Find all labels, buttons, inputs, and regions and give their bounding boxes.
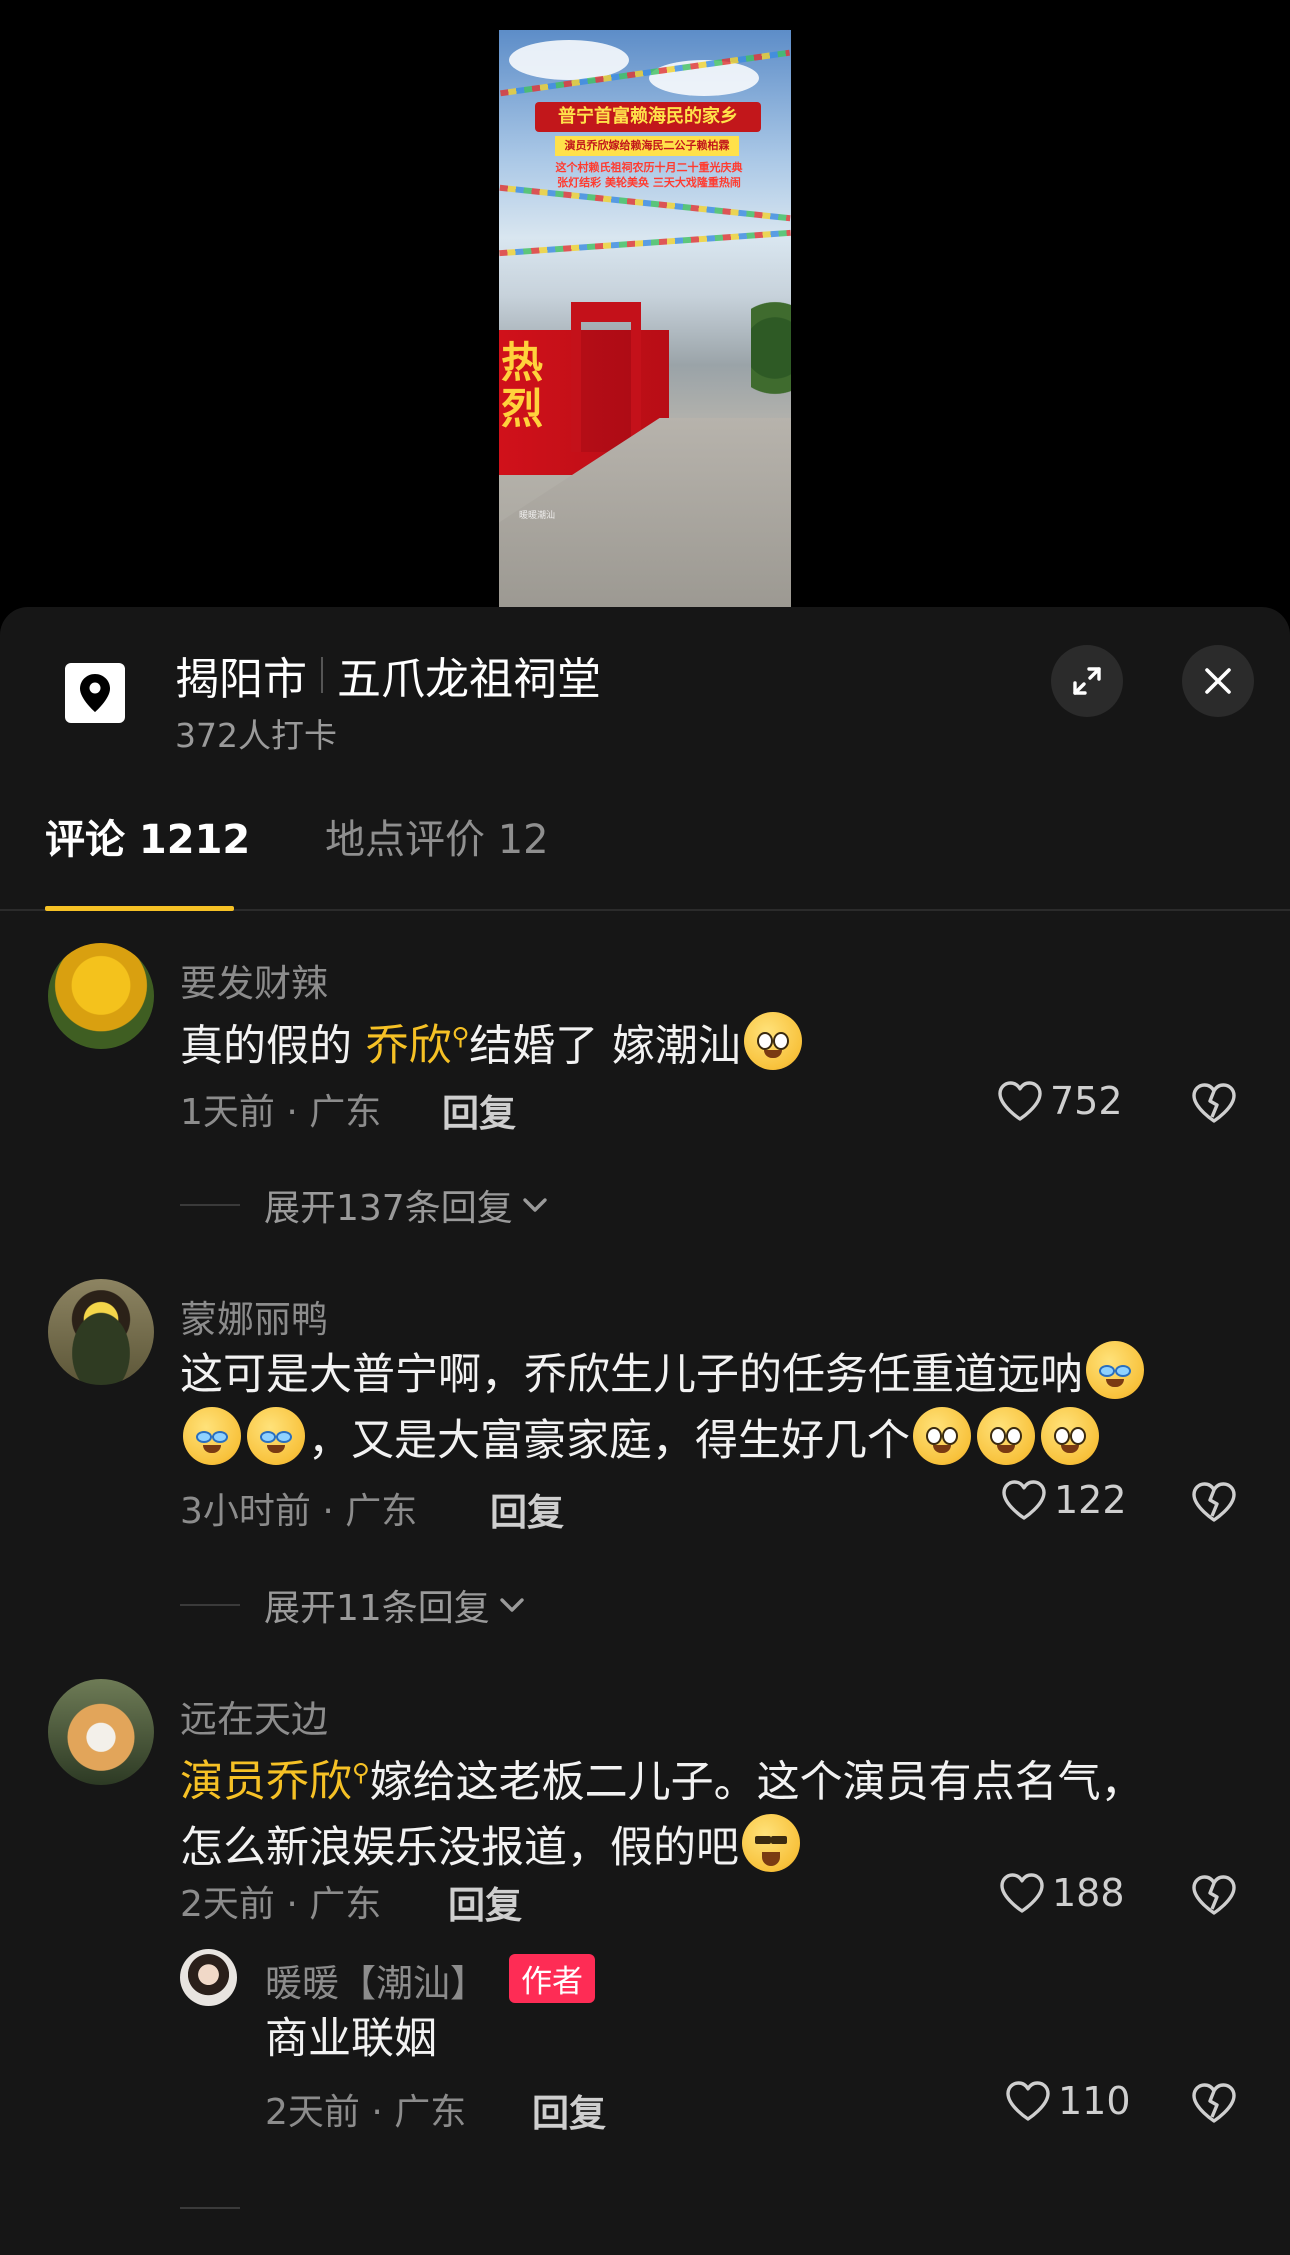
location-header[interactable]: 揭阳市 五爪龙祖祠堂 372人打卡 (0, 607, 1290, 777)
like-count: 752 (1050, 1079, 1123, 1123)
reply-username[interactable]: 暖暖【潮汕】 作者 (265, 1953, 595, 2007)
emoji-crying-icon (247, 1407, 305, 1465)
like-button[interactable]: 122 (1000, 1478, 1127, 1522)
video-area[interactable]: 普宁首富赖海民的家乡 演员乔欣嫁给赖海民二公子赖柏霖 这个村赖氏祖祠农历十月二十… (0, 0, 1290, 620)
expand-icon (1073, 667, 1101, 695)
like-button[interactable]: 752 (996, 1079, 1123, 1123)
heart-icon (1006, 2081, 1050, 2121)
heart-icon (1000, 1873, 1044, 1913)
tab-bar: 评论 1212 地点评价 12 (0, 787, 1290, 911)
close-icon (1205, 668, 1231, 694)
emoji-pleading-icon (1041, 1407, 1099, 1465)
chevron-down-icon (500, 1598, 524, 1612)
dislike-button[interactable] (1190, 2081, 1238, 2129)
divider (180, 2207, 240, 2209)
emoji-pleading-icon (913, 1407, 971, 1465)
like-count: 122 (1054, 1478, 1127, 1522)
reply-button[interactable]: 回复 (532, 2083, 606, 2137)
reply-button[interactable]: 回复 (442, 1083, 516, 1137)
chevron-down-icon (523, 1198, 547, 1212)
tab-comments[interactable]: 评论 1212 (45, 807, 250, 865)
video-subtitle-banner: 演员乔欣嫁给赖海民二公子赖柏霖 (555, 136, 739, 156)
dislike-button[interactable] (1190, 1480, 1238, 1528)
reply-meta: 2天前 · 广东 (265, 2092, 467, 2133)
close-button[interactable] (1182, 645, 1254, 717)
tab-place-reviews[interactable]: 地点评价 12 (325, 807, 549, 865)
emoji-pleading-icon (743, 1012, 802, 1071)
comment-username[interactable]: 要发财辣 (180, 953, 328, 1007)
heart-icon (1002, 1480, 1046, 1520)
emoji-crying-icon (183, 1407, 241, 1465)
comment-meta: 1天前 · 广东 (180, 1092, 382, 1133)
video-title-banner: 普宁首富赖海民的家乡 (535, 102, 761, 132)
comments-sheet: 揭阳市 五爪龙祖祠堂 372人打卡 评论 1212 地点评价 12 要发财辣 真… (0, 607, 1290, 2255)
avatar[interactable] (48, 1279, 154, 1385)
comment-meta: 3小时前 · 广东 (180, 1491, 418, 1532)
video-caption: 这个村赖氏祖祠农历十月二十重光庆典 张灯结彩 美轮美奂 三天大戏隆重热闹 (555, 161, 743, 189)
dislike-button[interactable] (1190, 1873, 1238, 1921)
reply-text: 商业联姻 (265, 2014, 437, 2064)
like-button[interactable]: 188 (998, 1871, 1125, 1915)
video-watermark: 暖暖潮汕 (519, 511, 556, 521)
location-pin-icon (65, 663, 125, 723)
avatar[interactable] (180, 1949, 237, 2006)
comment-meta: 2天前 · 广东 (180, 1884, 382, 1925)
comment-text: 这可是大普宁啊，乔欣生儿子的任务任重道远呐 ，又是大富豪家庭，得生好几个 (180, 1341, 1240, 1473)
location-city: 揭阳市 (175, 654, 307, 705)
mention-link[interactable]: 演员乔欣⚲ (180, 1757, 370, 1807)
reply-button[interactable]: 回复 (448, 1875, 522, 1929)
search-small-icon: ⚲ (352, 1759, 370, 1787)
heart-icon (998, 1081, 1042, 1121)
emoji-crying-icon (1086, 1341, 1144, 1399)
like-count: 188 (1052, 1871, 1125, 1915)
dislike-heart-icon (1192, 1083, 1236, 1123)
active-tab-indicator (45, 906, 234, 911)
comment-text: 演员乔欣⚲嫁给这老板二儿子。这个演员有点名气， 怎么新浪娱乐没报道，假的吧 (180, 1757, 1144, 1874)
emoji-pleading-icon (977, 1407, 1035, 1465)
location-place: 五爪龙祖祠堂 (337, 654, 601, 705)
comment-username[interactable]: 蒙娜丽鸭 (180, 1289, 328, 1343)
comment-username[interactable]: 远在天边 (180, 1689, 328, 1743)
comment-text: 真的假的 乔欣⚲结婚了 嫁潮汕 (180, 1005, 1240, 1078)
location-title: 揭阳市 五爪龙祖祠堂 (175, 643, 601, 707)
dislike-heart-icon (1192, 1875, 1236, 1915)
checkin-count: 372人打卡 (175, 716, 337, 755)
author-badge: 作者 (509, 1954, 595, 2003)
reply-button[interactable]: 回复 (490, 1482, 564, 1536)
mention-link[interactable]: 乔欣⚲ (366, 1021, 470, 1071)
search-small-icon: ⚲ (451, 1023, 470, 1051)
expand-button[interactable] (1051, 645, 1123, 717)
expand-replies-button[interactable]: 展开137条回复 (180, 1179, 553, 1231)
video-wall-text: 热烈 (501, 338, 544, 433)
like-count: 110 (1058, 2079, 1131, 2123)
dislike-button[interactable] (1190, 1081, 1238, 1129)
dislike-heart-icon (1192, 2083, 1236, 2123)
avatar[interactable] (48, 943, 154, 1049)
like-button[interactable]: 110 (1004, 2079, 1131, 2123)
avatar[interactable] (48, 1679, 154, 1785)
title-separator (321, 657, 323, 693)
dislike-heart-icon (1192, 1482, 1236, 1522)
video-thumbnail[interactable]: 普宁首富赖海民的家乡 演员乔欣嫁给赖海民二公子赖柏霖 这个村赖氏祖祠农历十月二十… (499, 30, 791, 608)
emoji-laughing-icon (742, 1814, 800, 1873)
expand-replies-button[interactable]: 展开11条回复 (180, 1579, 530, 1631)
